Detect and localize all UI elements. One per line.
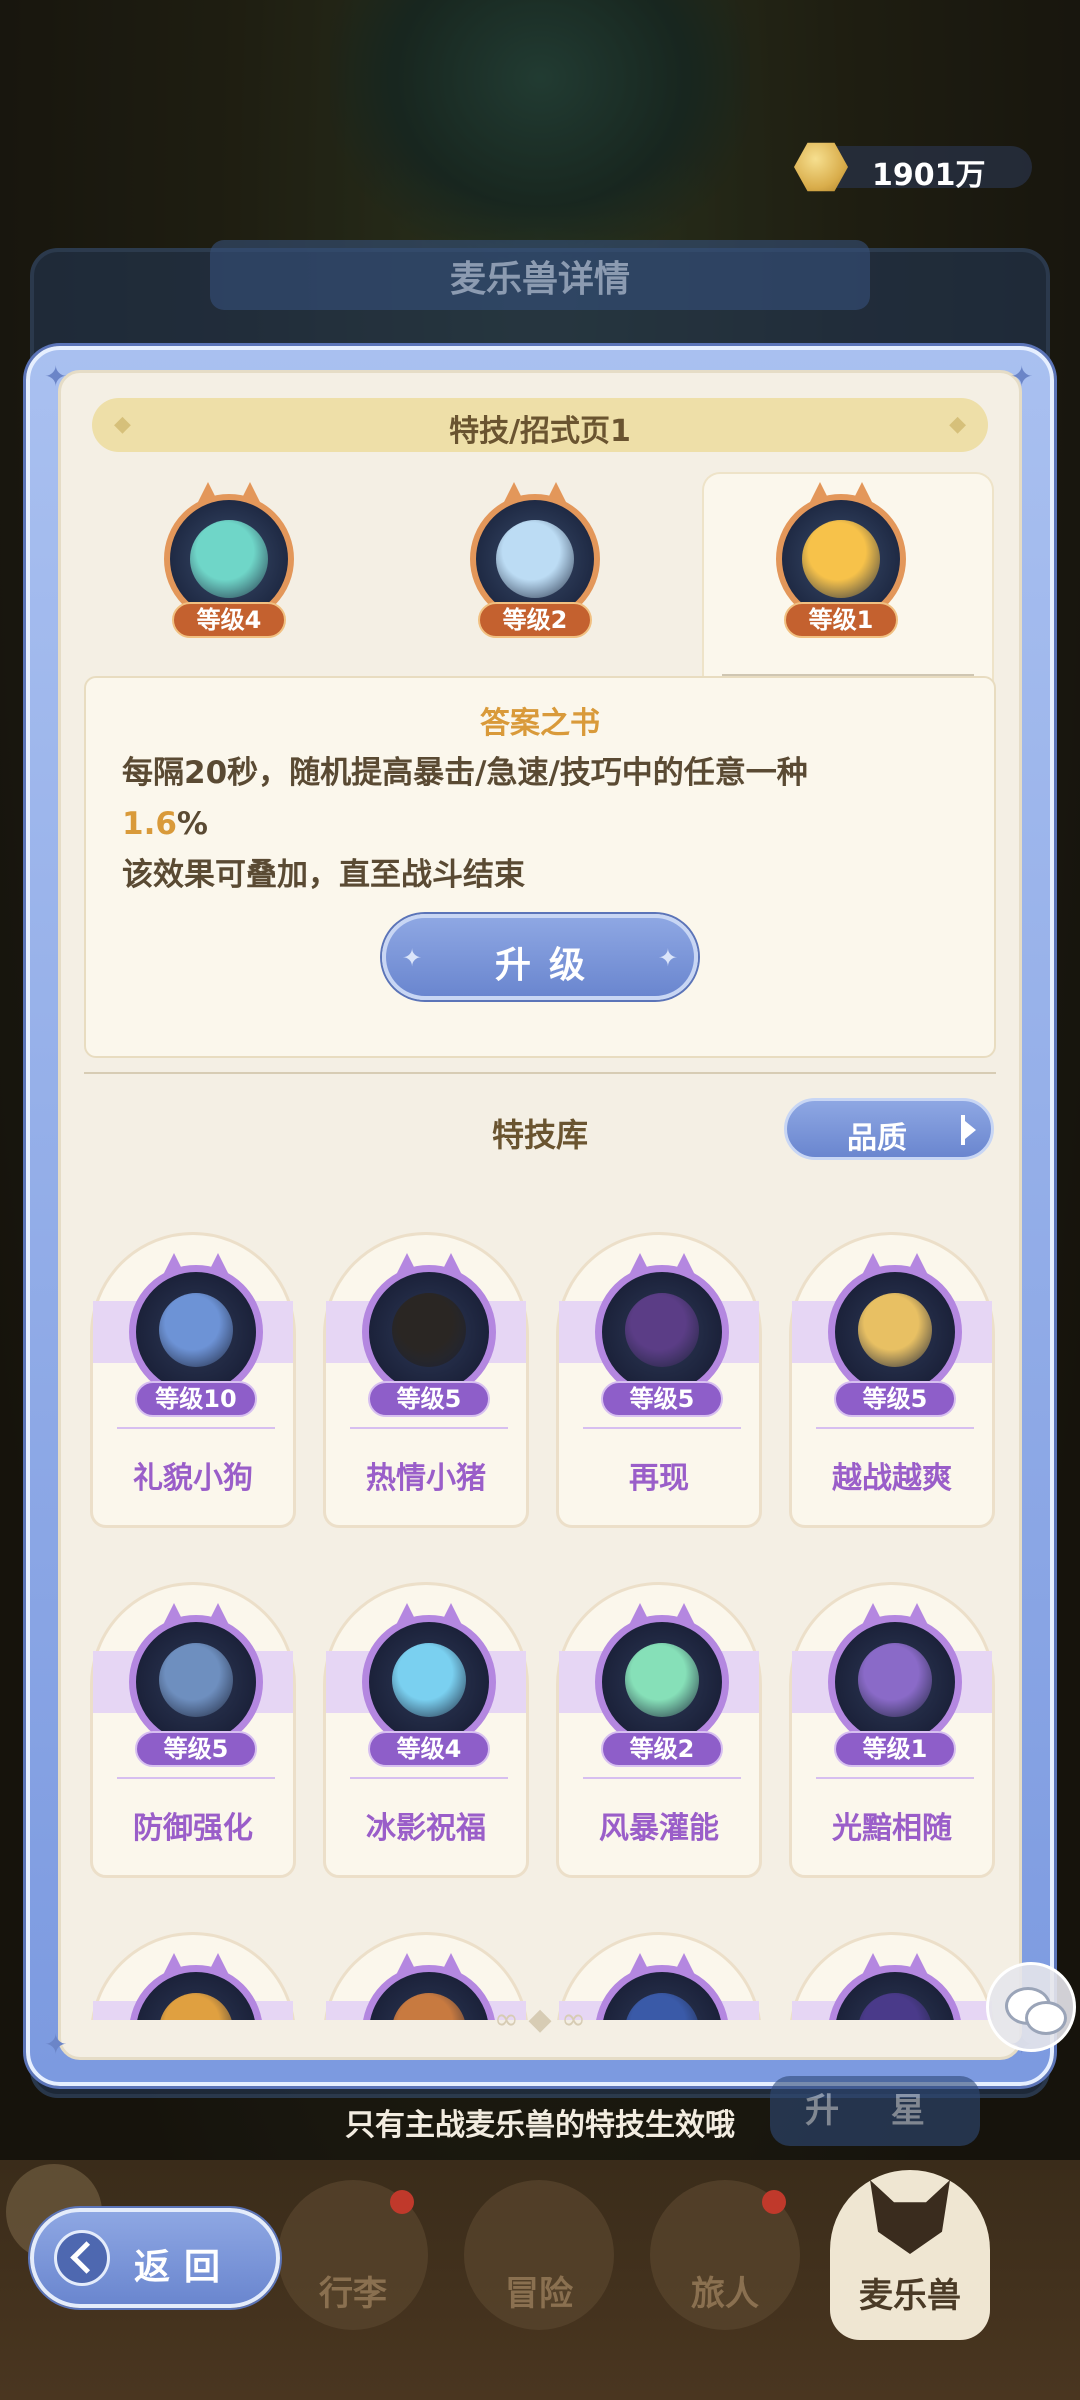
- level-badge: 等级5: [368, 1381, 490, 1417]
- skill-creature-icon: [858, 1643, 932, 1717]
- skill-card-name: 越战越爽: [832, 1461, 952, 1496]
- level-badge: 等级5: [135, 1731, 257, 1767]
- card-divider: [583, 1427, 741, 1429]
- skill-card-name: 光黯相随: [832, 1811, 952, 1846]
- chat-bubble-icon[interactable]: [986, 1962, 1076, 2052]
- card-divider: [350, 1427, 508, 1429]
- skill-creature-icon: [159, 1293, 233, 1367]
- quality-button-label: 品质: [847, 1121, 907, 1156]
- skill-creature-icon: [159, 1643, 233, 1717]
- play-arrow-icon: [961, 1115, 976, 1145]
- equipped-slot-3[interactable]: 等级1: [766, 490, 916, 640]
- creature-icon: [496, 520, 574, 598]
- card-divider: [350, 1777, 508, 1779]
- level-badge: 等级2: [478, 602, 592, 638]
- level-badge: 等级1: [834, 1731, 956, 1767]
- skill-creature-icon: [392, 1293, 466, 1367]
- skill-card-name: 再现: [629, 1461, 689, 1496]
- card-divider: [816, 1777, 974, 1779]
- skill-card[interactable]: 等级2 风暴灌能: [556, 1582, 762, 1878]
- nav-adventure-label: 冒险: [505, 2274, 573, 2314]
- card-divider: [583, 1777, 741, 1779]
- skill-card[interactable]: 等级4 冰影祝福: [323, 1582, 529, 1878]
- skill-value-unit: %: [176, 806, 208, 842]
- nav-mailebeast-label: 麦乐兽: [859, 2276, 961, 2316]
- quality-sort-button[interactable]: 品质: [784, 1098, 994, 1160]
- corner-ornament-icon: ✦: [44, 2028, 68, 2061]
- creature-icon: [802, 520, 880, 598]
- skill-description-value-line: 1.6%: [122, 799, 972, 850]
- equipped-slot-2[interactable]: 等级2: [460, 490, 610, 640]
- skill-library-grid[interactable]: 等级10 礼貌小狗 等级5 热情小猪 等级5 再现 等级5 越战越爽 等级5 防御强化 等级4 冰影祝…: [80, 1220, 1000, 2020]
- diamond-icon: ◆: [949, 412, 966, 437]
- skill-card-name: 风暴灌能: [599, 1811, 719, 1846]
- skill-description-line: 该效果可叠加，直至战斗结束: [122, 857, 525, 893]
- level-badge: 等级10: [135, 1381, 257, 1417]
- skill-value: 1.6: [122, 806, 177, 842]
- skill-creature-icon: [625, 1293, 699, 1367]
- back-button[interactable]: 返回: [30, 2208, 280, 2308]
- banner-title: 特技/招式页1: [449, 414, 631, 449]
- upgrade-button[interactable]: ✦ 升级 ✦: [382, 914, 698, 1000]
- skill-card-name: 防御强化: [133, 1811, 253, 1846]
- skill-card[interactable]: 等级5 越战越爽: [789, 1232, 995, 1528]
- back-button-label: 返回: [134, 2247, 235, 2288]
- background-window-title: 麦乐兽详情: [449, 259, 630, 300]
- card-divider: [816, 1427, 974, 1429]
- currency-amount: 1901万: [872, 158, 986, 193]
- skill-card[interactable]: 等级1 光黯相随: [789, 1582, 995, 1878]
- back-arrow-icon: [54, 2230, 110, 2286]
- nav-luggage-label: 行李: [319, 2274, 387, 2314]
- card-divider: [117, 1777, 275, 1779]
- skill-creature-icon: [858, 1293, 932, 1367]
- level-badge: 等级5: [834, 1381, 956, 1417]
- equipped-slot-1[interactable]: 等级4: [154, 490, 304, 640]
- skill-card[interactable]: [789, 1932, 995, 2020]
- bottom-ornament-icon: ∞ ◆ ∞: [493, 2002, 587, 2037]
- skill-card[interactable]: 等级5 再现: [556, 1232, 762, 1528]
- upgrade-button-label: 升级: [494, 945, 603, 986]
- level-badge: 等级5: [601, 1381, 723, 1417]
- skill-description: 每隔20秒，随机提高暴击/急速/技巧中的任意一种 1.6% 该效果可叠加，直至战…: [122, 748, 972, 901]
- corner-ornament-icon: ✦: [1010, 360, 1034, 393]
- hint-text: 只有主战麦乐兽的特技生效哦: [345, 2108, 735, 2143]
- skill-detail-card: 答案之书 每隔20秒，随机提高暴击/急速/技巧中的任意一种 1.6% 该效果可叠…: [84, 676, 996, 1058]
- card-divider: [117, 1427, 275, 1429]
- skill-card[interactable]: 等级5 防御强化: [90, 1582, 296, 1878]
- page-banner: ◆ 特技/招式页1 ◆: [92, 398, 988, 452]
- level-badge: 等级4: [172, 602, 286, 638]
- nav-traveler-label: 旅人: [691, 2274, 759, 2314]
- level-badge: 等级4: [368, 1731, 490, 1767]
- section-divider: [84, 1072, 996, 1074]
- notification-dot: [762, 2190, 786, 2214]
- skill-description-line: 每隔20秒，随机提高暴击/急速/技巧中的任意一种: [122, 755, 808, 791]
- skill-card[interactable]: [90, 1932, 296, 2020]
- skill-card[interactable]: 等级5 热情小猪: [323, 1232, 529, 1528]
- level-badge: 等级1: [784, 602, 898, 638]
- skill-card[interactable]: 等级10 礼貌小狗: [90, 1232, 296, 1528]
- skill-card-name: 热情小猪: [366, 1461, 486, 1496]
- skill-name: 答案之书: [480, 706, 600, 741]
- notification-dot: [390, 2190, 414, 2214]
- creature-icon: [190, 520, 268, 598]
- skill-creature-icon: [625, 1643, 699, 1717]
- skill-card-name: 礼貌小狗: [133, 1461, 253, 1496]
- skill-card-name: 冰影祝福: [366, 1811, 486, 1846]
- currency-display: 1901万: [794, 142, 1032, 193]
- level-badge: 等级2: [601, 1731, 723, 1767]
- corner-ornament-icon: ✦: [44, 360, 68, 393]
- sparkle-icon: ✦: [657, 944, 678, 972]
- skill-creature-icon: [392, 1643, 466, 1717]
